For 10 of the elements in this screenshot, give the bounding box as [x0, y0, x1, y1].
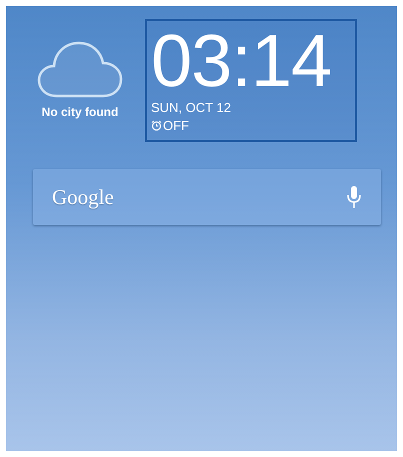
clock-time: 03:14	[151, 24, 332, 98]
cloud-icon[interactable]	[37, 41, 123, 99]
alarm-clock-icon	[151, 120, 162, 131]
city-label: No city found	[42, 105, 118, 119]
clock-date: SUN, OCT 12	[151, 100, 232, 115]
microphone-icon[interactable]	[347, 186, 361, 208]
search-bar[interactable]: Google	[33, 169, 381, 225]
alarm-status: OFF	[163, 118, 189, 133]
search-logo: Google	[52, 184, 114, 210]
clock-widget[interactable]: 03:14 SUN, OCT 12 OFF	[145, 19, 357, 142]
